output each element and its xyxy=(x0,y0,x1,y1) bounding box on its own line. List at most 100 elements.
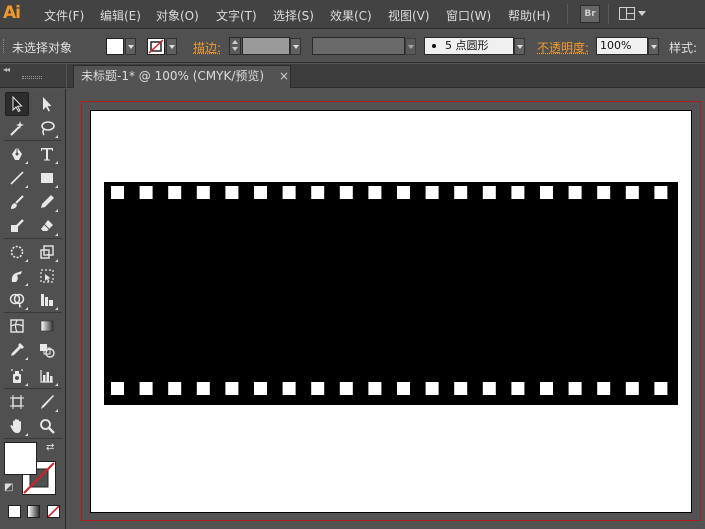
line-segment-tool[interactable] xyxy=(5,166,29,190)
default-fill-stroke-icon[interactable]: ◩ xyxy=(4,482,13,493)
sprocket-hole xyxy=(225,382,239,395)
toolbox-grip[interactable] xyxy=(22,76,42,79)
sprocket-hole xyxy=(540,186,553,199)
menu-select[interactable]: 选择(S) xyxy=(273,7,314,24)
brush-dot-icon xyxy=(432,44,436,48)
sprocket-hole xyxy=(111,186,124,199)
none-mode-button[interactable] xyxy=(47,505,60,518)
lasso-icon xyxy=(41,121,55,136)
variable-width-profile[interactable] xyxy=(312,37,405,55)
filmstrip-artwork[interactable] xyxy=(104,182,678,405)
sprocket-hole xyxy=(368,382,382,395)
gradient-icon xyxy=(40,320,54,332)
paintbrush-tool[interactable] xyxy=(5,190,29,214)
pen-tool[interactable] xyxy=(5,142,29,166)
tool-flyout-indicator xyxy=(55,161,58,164)
fill-swatch[interactable] xyxy=(4,442,37,475)
symbol-sprayer-tool[interactable] xyxy=(5,364,29,388)
selection-tool[interactable] xyxy=(5,92,29,116)
sprocket-hole xyxy=(597,186,611,199)
sprocket-hole xyxy=(196,382,210,395)
collapse-panel-icon[interactable]: ◂◂ xyxy=(3,65,10,74)
menu-object[interactable]: 对象(O) xyxy=(156,7,199,24)
blend-tool[interactable] xyxy=(35,338,59,362)
opacity-field[interactable]: 100% xyxy=(596,37,648,55)
menu-window[interactable]: 窗口(W) xyxy=(446,7,491,24)
column-graph-tool[interactable] xyxy=(35,364,59,388)
bridge-button[interactable]: Br xyxy=(580,5,600,23)
workspace-switcher-button[interactable] xyxy=(617,5,647,23)
perspective-grid-tool[interactable] xyxy=(35,288,59,312)
menu-help[interactable]: 帮助(H) xyxy=(508,7,550,24)
warp-tool[interactable] xyxy=(5,264,29,288)
gradient-tool[interactable] xyxy=(35,314,59,338)
slice-tool[interactable] xyxy=(35,390,59,414)
menu-edit[interactable]: 编辑(E) xyxy=(100,7,141,24)
sprocket-hole xyxy=(254,382,267,395)
sprocket-hole xyxy=(540,382,553,395)
filmstrip-body[interactable] xyxy=(104,182,678,405)
opacity-dropdown[interactable] xyxy=(648,38,659,55)
tool-flyout-indicator xyxy=(55,409,58,412)
warp-finger-icon xyxy=(11,271,22,282)
profile-dropdown[interactable] xyxy=(405,38,416,55)
shape-builder-tool[interactable] xyxy=(5,288,29,312)
stroke-color-swatch[interactable] xyxy=(147,38,165,55)
stroke-weight-stepper[interactable] xyxy=(229,37,241,55)
document-tab[interactable]: 未标题-1* @ 100% (CMYK/预览) × xyxy=(73,65,291,88)
gradient-mode-button[interactable] xyxy=(27,505,40,518)
eyedropper-tool[interactable] xyxy=(5,338,29,362)
sprocket-hole xyxy=(397,382,410,395)
stroke-weight-field[interactable] xyxy=(242,37,290,55)
brush-dropdown[interactable] xyxy=(514,38,525,55)
zoom-tool[interactable] xyxy=(35,414,59,438)
tool-divider xyxy=(4,312,62,313)
sprocket-hole xyxy=(482,186,496,199)
free-transform-tool[interactable] xyxy=(35,264,59,288)
scale-tool[interactable] xyxy=(35,240,59,264)
close-icon[interactable]: × xyxy=(279,66,289,86)
sprocket-hole xyxy=(425,186,439,199)
sprocket-hole xyxy=(454,382,468,395)
rotate-icon xyxy=(10,245,24,259)
menu-type[interactable]: 文字(T) xyxy=(216,7,257,24)
tool-flyout-indicator xyxy=(25,307,28,310)
toolbox-header: ◂◂ xyxy=(0,64,66,88)
menu-view[interactable]: 视图(V) xyxy=(388,7,430,24)
eraser-tool[interactable] xyxy=(35,214,59,238)
type-tool[interactable] xyxy=(35,142,59,166)
paintbrush-icon xyxy=(11,195,24,209)
lasso-tool[interactable] xyxy=(35,116,59,140)
pencil-tool[interactable] xyxy=(35,190,59,214)
direct-selection-tool[interactable] xyxy=(35,92,59,116)
swap-fill-stroke-icon[interactable]: ⇄ xyxy=(46,442,54,453)
hand-icon xyxy=(10,419,21,433)
tool-divider xyxy=(4,388,62,389)
color-mode-button[interactable] xyxy=(8,505,21,518)
sprocket-hole xyxy=(625,186,639,199)
perspective-grid-icon xyxy=(41,294,53,306)
fill-dropdown[interactable] xyxy=(125,38,136,55)
brush-definition-field[interactable]: 5 点圆形 xyxy=(424,37,514,55)
sprocket-hole xyxy=(397,186,410,199)
magic-wand-tool[interactable] xyxy=(5,116,29,140)
opacity-label[interactable]: 不透明度: xyxy=(537,39,589,56)
blob-brush-tool[interactable] xyxy=(5,214,29,238)
mesh-tool[interactable] xyxy=(5,314,29,338)
sprocket-hole xyxy=(597,382,611,395)
hand-tool[interactable] xyxy=(5,414,29,438)
magic-wand-icon xyxy=(10,121,24,136)
sprocket-hole xyxy=(311,186,325,199)
menu-file[interactable]: 文件(F) xyxy=(44,7,84,24)
artboard-tool[interactable] xyxy=(5,390,29,414)
stroke-weight-label[interactable]: 描边: xyxy=(193,39,221,56)
stroke-weight-dropdown[interactable] xyxy=(290,38,301,55)
panel-grip[interactable] xyxy=(3,39,6,53)
rotate-tool[interactable] xyxy=(5,240,29,264)
menu-effect[interactable]: 效果(C) xyxy=(330,7,372,24)
rectangle-tool[interactable] xyxy=(35,166,59,190)
fill-color-swatch[interactable] xyxy=(106,38,124,55)
canvas-area[interactable] xyxy=(67,89,705,529)
stroke-none-icon xyxy=(148,39,164,54)
stroke-dropdown[interactable] xyxy=(166,38,177,55)
